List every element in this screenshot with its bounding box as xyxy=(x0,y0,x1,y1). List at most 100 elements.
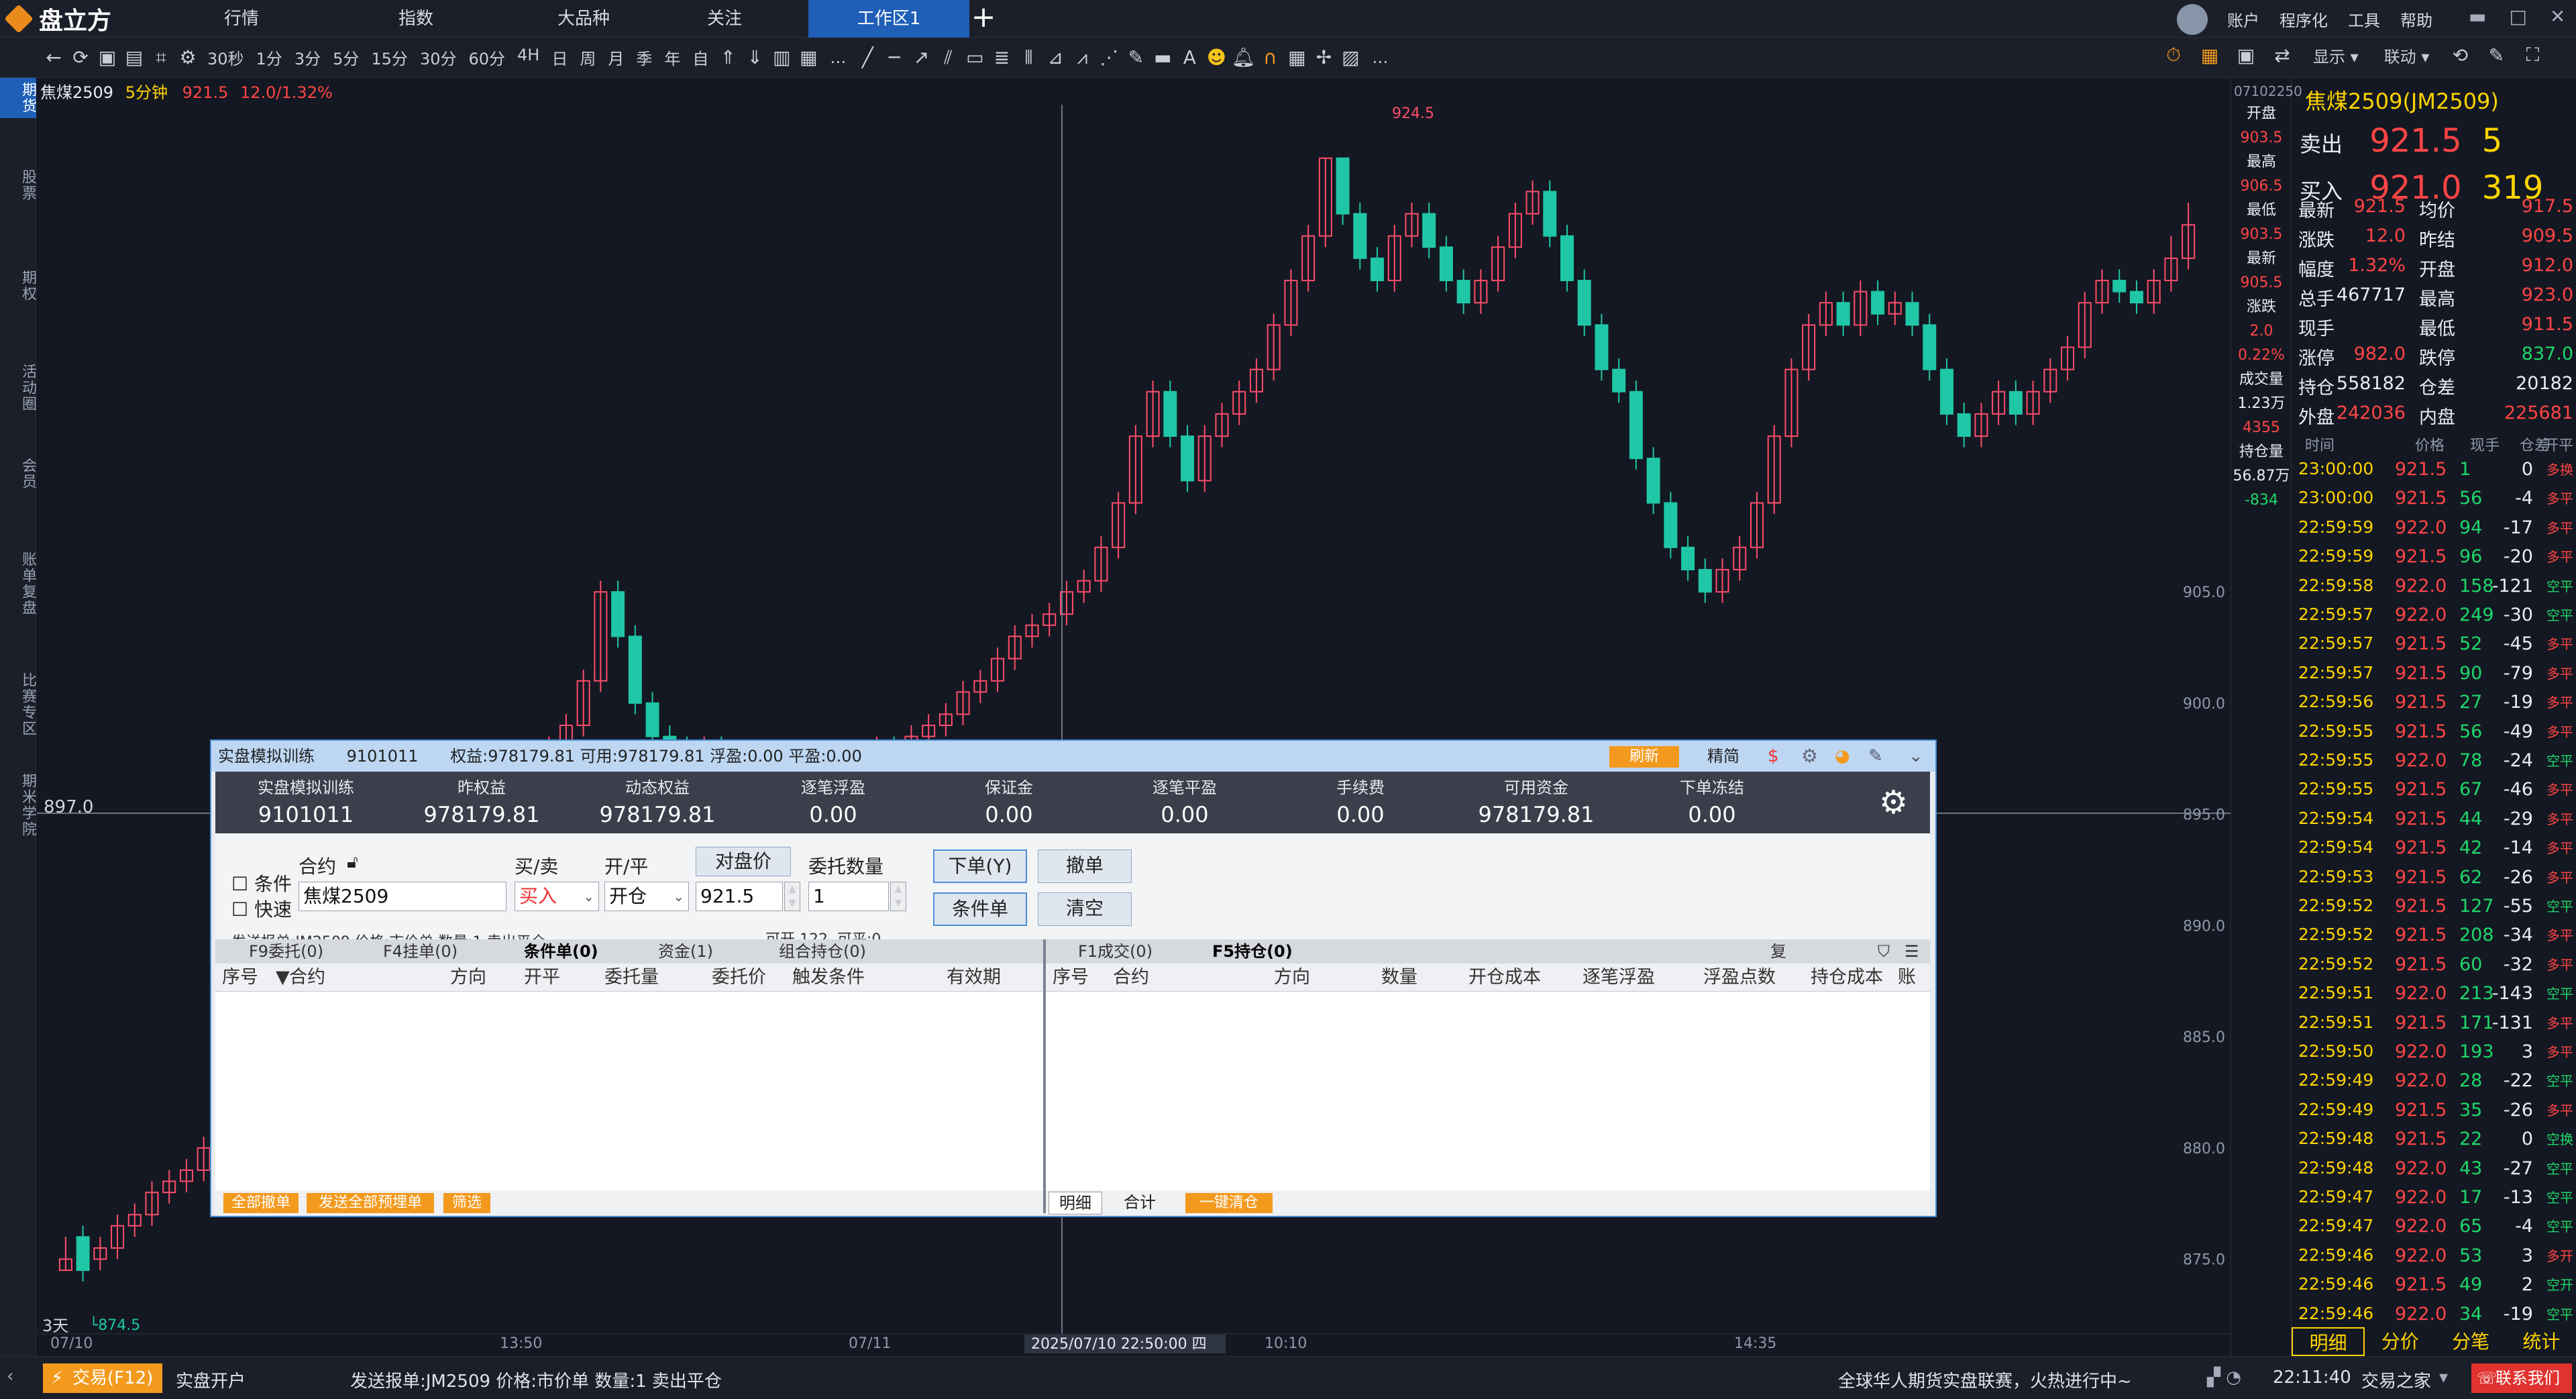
order-tab-2[interactable]: 条件单(0) xyxy=(524,939,598,964)
order-tab-0[interactable]: F9委托(0) xyxy=(249,939,323,964)
parallel-tool-icon[interactable]: ⫽ xyxy=(934,46,961,70)
chart-period[interactable]: 5分钟 xyxy=(125,83,168,102)
hline-tool-icon[interactable]: ─ xyxy=(881,46,908,70)
period-1[interactable]: 1分 xyxy=(250,46,288,69)
period-7[interactable]: 4H xyxy=(511,46,545,69)
period-9[interactable]: 周 xyxy=(574,46,602,69)
sidebar-item-4[interactable]: 会员 xyxy=(0,454,36,494)
detail-tab[interactable]: 明细 xyxy=(1049,1192,1102,1214)
trade-button[interactable]: ⚡ 交易(F12) xyxy=(43,1363,162,1393)
dropdown-icon[interactable]: ▾ xyxy=(2439,1367,2448,1388)
period-6[interactable]: 60分 xyxy=(462,46,511,69)
display-dropdown[interactable]: 显示 ▾ xyxy=(2305,44,2367,67)
ruler-tool-icon[interactable]: ▬ xyxy=(1149,46,1176,70)
contract-input[interactable]: 焦煤2509 xyxy=(299,882,506,911)
avatar[interactable] xyxy=(2177,4,2208,35)
status-back-icon[interactable]: ‹ xyxy=(7,1366,13,1386)
window-controls[interactable]: ▬□✕ xyxy=(2469,5,2576,28)
add-tab-icon[interactable]: + xyxy=(969,3,998,34)
open-account-link[interactable]: 实盘开户 xyxy=(176,1367,246,1392)
wave-tool-icon[interactable]: ⩘ xyxy=(1069,46,1095,70)
quote-tab-3[interactable]: 统计 xyxy=(2506,1327,2576,1356)
folder-icon[interactable]: ▤ xyxy=(121,46,148,70)
simple-toggle[interactable]: 精简 xyxy=(1707,741,1739,772)
price-type-button[interactable]: 对盘价 xyxy=(696,847,791,876)
position-col-1[interactable]: 合约 xyxy=(1113,964,1149,992)
order-col-3[interactable]: 开平 xyxy=(524,964,560,992)
gear-icon[interactable]: ⚙ xyxy=(174,46,201,70)
nav-tab-4[interactable]: 工作区1 xyxy=(808,0,969,38)
edit-icon[interactable]: ✎ xyxy=(1868,741,1883,772)
menu-item-2[interactable]: 工具 xyxy=(2348,7,2380,31)
position-col-6[interactable]: 浮盈点数 xyxy=(1703,964,1776,992)
cycle-tool-icon[interactable]: ⦀ xyxy=(1015,46,1042,70)
cancel-button[interactable]: 撤单 xyxy=(1038,849,1132,883)
gann-tool-icon[interactable]: ⊿ xyxy=(1042,46,1069,70)
filter-icon[interactable]: ▼ xyxy=(276,964,290,992)
position-tab-0[interactable]: F1成交(0) xyxy=(1078,939,1152,964)
lock-icon[interactable]: 🔓︎ xyxy=(347,852,358,873)
period-5[interactable]: 30分 xyxy=(414,46,463,69)
order-col-5[interactable]: 委托价 xyxy=(712,964,766,992)
clear-button[interactable]: 清空 xyxy=(1038,892,1132,926)
bell-icon[interactable]: 🔔︎ xyxy=(1230,46,1256,70)
money-icon[interactable]: $ xyxy=(1768,741,1779,772)
order-col-1[interactable]: 合约 xyxy=(289,964,325,992)
timer-icon[interactable]: ⏱ xyxy=(2160,43,2187,67)
period-11[interactable]: 季 xyxy=(630,46,658,69)
layout2-icon[interactable]: ▦ xyxy=(795,46,822,70)
order-col-4[interactable]: 委托量 xyxy=(604,964,659,992)
menu-item-3[interactable]: 帮助 xyxy=(2400,7,2432,31)
nav-tab-0[interactable]: 行情 xyxy=(201,0,282,38)
indicator-icon[interactable]: ⌗ xyxy=(148,46,174,70)
qty-stepper[interactable]: ▲ ▼ xyxy=(890,882,906,911)
position-grid-body[interactable] xyxy=(1046,992,1930,1190)
cond-order-button[interactable]: 条件单 xyxy=(933,892,1027,926)
refresh-icon[interactable]: ⟳ xyxy=(67,46,94,70)
qty-input[interactable]: 1 xyxy=(808,882,889,911)
fan-tool-icon[interactable]: ⋰ xyxy=(1095,46,1122,70)
quote-tab-2[interactable]: 分笔 xyxy=(2436,1327,2506,1356)
quote-tab-0[interactable]: 明细 xyxy=(2292,1327,2365,1356)
trade-hall-link[interactable]: 交易之家 xyxy=(2361,1367,2431,1392)
picture-icon[interactable]: ▨ xyxy=(1337,46,1364,70)
list-icon[interactable]: ☰ xyxy=(1904,939,1919,964)
image-icon[interactable]: ▣ xyxy=(2233,43,2259,67)
fast-checkbox[interactable]: ☐ 快速 xyxy=(231,895,292,922)
oc-select[interactable]: 开仓 ⌄ xyxy=(604,882,689,911)
refresh-button[interactable]: 刷新 xyxy=(1609,746,1679,768)
app-logo[interactable]: 盘立方 xyxy=(4,4,111,35)
order-action-1[interactable]: 发送全部预埋单 xyxy=(307,1193,434,1213)
settings-icon[interactable]: ⚙ xyxy=(1801,741,1818,772)
cond-checkbox[interactable]: ☐ 条件 xyxy=(231,870,292,896)
layout-icon[interactable]: ▥ xyxy=(768,46,795,70)
emoji-tool-icon[interactable]: ☻ xyxy=(1203,46,1230,70)
nav-tab-3[interactable]: 关注 xyxy=(684,0,765,38)
period-13[interactable]: 自 xyxy=(686,46,714,69)
order-tab-3[interactable]: 资金(1) xyxy=(658,939,713,964)
marquee-text[interactable]: 全球华人期货实盘联赛，火热进行中~ xyxy=(1838,1367,2132,1392)
cross-icon[interactable]: ✢ xyxy=(1310,46,1337,70)
period-0[interactable]: 30秒 xyxy=(201,46,250,69)
chart-pie-icon[interactable]: ◕ xyxy=(1835,741,1850,772)
period-12[interactable]: 年 xyxy=(658,46,686,69)
order-grid-body[interactable] xyxy=(215,992,1043,1190)
shirt-icon[interactable]: ⛉ xyxy=(1878,939,1890,964)
order-tab-1[interactable]: F4挂单(0) xyxy=(383,939,458,964)
link-dropdown[interactable]: 联动 ▾ xyxy=(2376,44,2438,67)
sidebar-item-3[interactable]: 活动圈 xyxy=(0,360,36,416)
position-col-5[interactable]: 逐笔浮盈 xyxy=(1582,964,1655,992)
edit-icon[interactable]: ✎ xyxy=(2483,43,2510,67)
price-stepper[interactable]: ▲ ▼ xyxy=(784,882,800,911)
bs-select[interactable]: 买入 ⌄ xyxy=(515,882,599,911)
position-col-7[interactable]: 持仓成本 xyxy=(1811,964,1883,992)
menu-item-0[interactable]: 账户 xyxy=(2227,7,2259,31)
period-3[interactable]: 5分 xyxy=(327,46,365,69)
position-col-2[interactable]: 方向 xyxy=(1274,964,1310,992)
submit-button[interactable]: 下单(Y) xyxy=(933,849,1027,883)
text-tool-icon[interactable]: A xyxy=(1176,46,1203,70)
order-tab-4[interactable]: 组合持仓(0) xyxy=(779,939,866,964)
quote-tab-1[interactable]: 分价 xyxy=(2365,1327,2435,1356)
order-col-6[interactable]: 触发条件 xyxy=(792,964,865,992)
position-col-4[interactable]: 开仓成本 xyxy=(1468,964,1541,992)
